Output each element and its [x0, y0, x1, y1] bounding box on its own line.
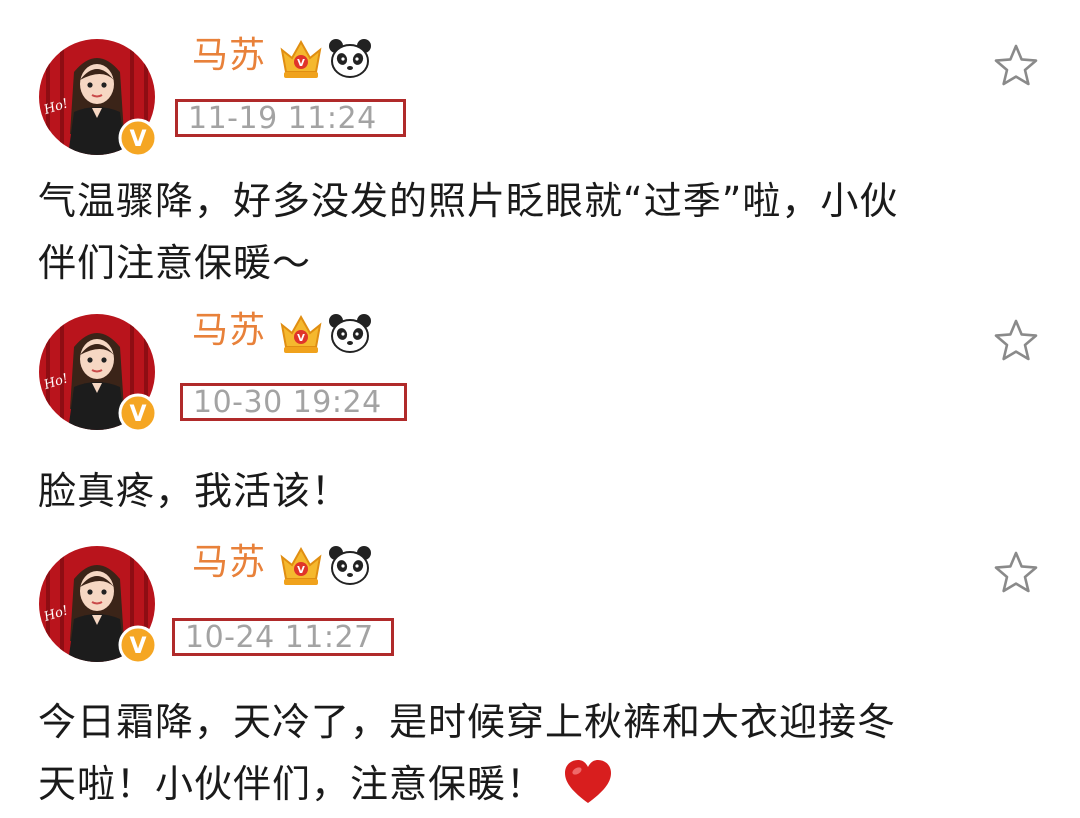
- avatar[interactable]: Ho! V: [38, 313, 158, 433]
- svg-text:V: V: [297, 58, 305, 69]
- avatar[interactable]: Ho! V: [38, 38, 158, 158]
- panda-icon: [329, 39, 371, 78]
- post-text-line: 脸真疼，我活该！: [38, 469, 351, 513]
- username[interactable]: 马苏: [192, 307, 266, 355]
- username[interactable]: 马苏: [192, 32, 266, 80]
- timestamp[interactable]: 10-30 19:24: [193, 384, 382, 422]
- timestamp-highlight-box: 10-30 19:24: [180, 383, 407, 421]
- timestamp[interactable]: 10-24 11:27: [185, 619, 374, 657]
- post-text: 气温骤降，好多没发的照片眨眼就“过季”啦，小伙 伴们注意保暖～: [38, 170, 898, 294]
- post-text: 脸真疼，我活该！: [38, 460, 350, 522]
- crown-icon: V: [280, 546, 322, 585]
- crown-icon: V: [280, 314, 322, 353]
- post-text-line: 气温骤降，好多没发的照片眨眼就“过季”啦，小伙: [38, 179, 899, 223]
- crown-icon: V: [280, 39, 322, 78]
- svg-text:V: V: [129, 127, 146, 152]
- post-text-line-with-emoji: 天啦！小伙伴们，注意保暖！: [38, 753, 896, 815]
- post-text-line: 今日霜降，天冷了，是时候穿上秋裤和大衣迎接冬: [38, 700, 897, 744]
- verified-badge-icon: V: [118, 393, 158, 433]
- post-text: 今日霜降，天冷了，是时候穿上秋裤和大衣迎接冬 天啦！小伙伴们，注意保暖！: [38, 691, 896, 815]
- timestamp-highlight-box: 11-19 11:24: [175, 99, 406, 137]
- star-icon[interactable]: [992, 549, 1040, 597]
- heart-icon: [565, 760, 612, 803]
- panda-icon: [329, 546, 371, 585]
- star-icon[interactable]: [992, 42, 1040, 90]
- username[interactable]: 马苏: [192, 539, 266, 587]
- timestamp[interactable]: 11-19 11:24: [188, 100, 377, 138]
- post-text-line: 伴们注意保暖～: [38, 241, 312, 285]
- post-text-line: 天啦！小伙伴们，注意保暖！: [38, 762, 546, 806]
- svg-text:V: V: [297, 333, 305, 344]
- avatar[interactable]: Ho! V: [38, 545, 158, 665]
- star-icon[interactable]: [992, 317, 1040, 365]
- svg-text:V: V: [129, 634, 146, 659]
- svg-text:V: V: [297, 565, 305, 576]
- panda-icon: [329, 314, 371, 353]
- timestamp-highlight-box: 10-24 11:27: [172, 618, 394, 656]
- verified-badge-icon: V: [118, 118, 158, 158]
- verified-badge-icon: V: [118, 625, 158, 665]
- svg-text:V: V: [129, 402, 146, 427]
